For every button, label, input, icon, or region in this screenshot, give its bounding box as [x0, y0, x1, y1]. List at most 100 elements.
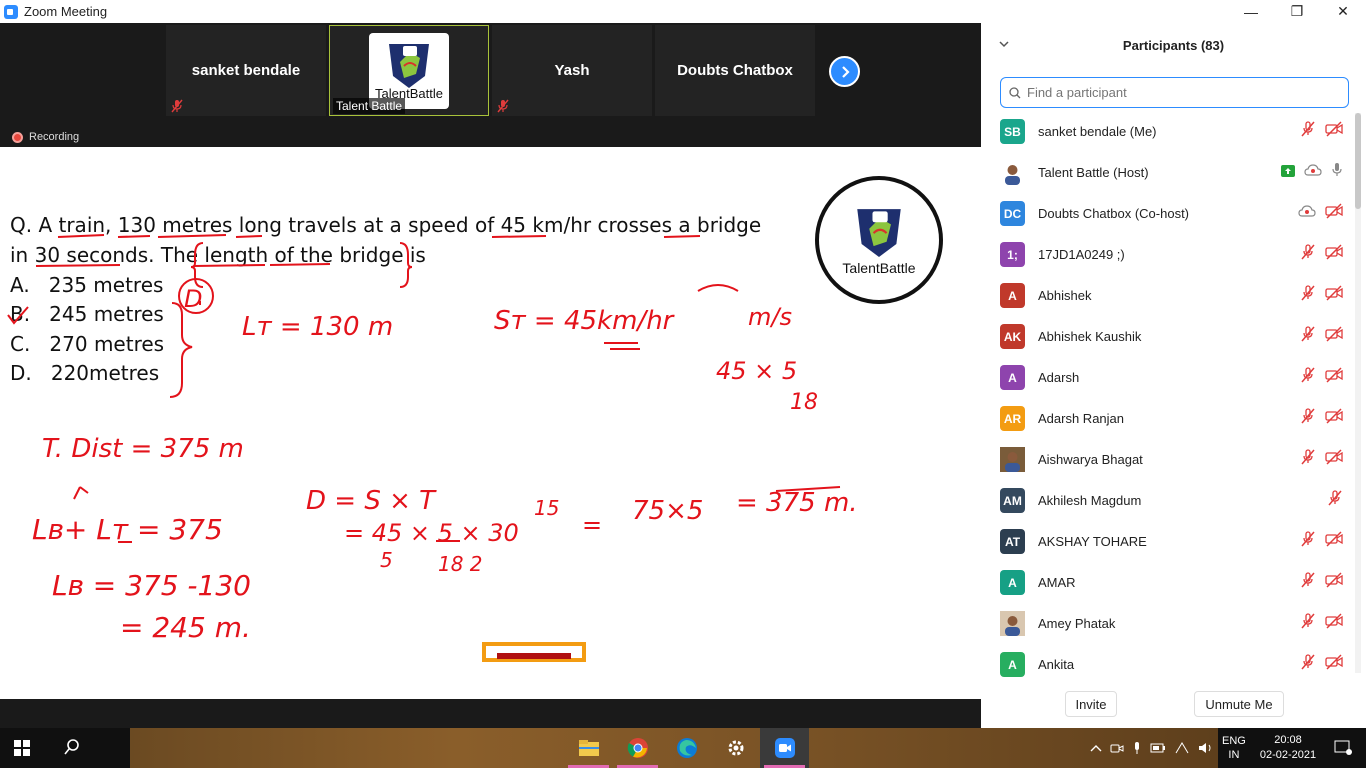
ink-d2n2: 18 2	[438, 552, 483, 576]
participant-name: Akhilesh Magdum	[1038, 493, 1142, 508]
participant-search[interactable]	[1000, 77, 1349, 108]
meet-now-icon[interactable]	[1110, 741, 1124, 755]
participant-row[interactable]: A Ankita	[981, 644, 1353, 681]
network-icon[interactable]	[1174, 741, 1190, 755]
participant-row[interactable]: AM Akhilesh Magdum	[981, 480, 1353, 521]
video-tile-doubts-chatbox[interactable]: Doubts Chatbox	[655, 25, 815, 116]
recording-label: Recording	[29, 131, 80, 143]
participant-row[interactable]: A Adarsh	[981, 357, 1353, 398]
video-off-icon	[1325, 121, 1343, 142]
participant-row[interactable]: AR Adarsh Ranjan	[981, 398, 1353, 439]
clock[interactable]: 20:08 02-02-2021	[1260, 733, 1316, 763]
avatar: DC	[1000, 201, 1025, 226]
chevron-right-icon	[841, 65, 850, 78]
participants-title: Participants (83)	[1122, 37, 1225, 53]
input-language[interactable]: ENG IN	[1222, 734, 1246, 762]
mic-off-icon	[1300, 449, 1316, 470]
ink-conversion-den: 18	[790, 390, 818, 415]
mic-off-icon	[1300, 244, 1316, 265]
participant-status-icons	[1281, 162, 1343, 183]
recording-indicator[interactable]: Recording	[12, 131, 79, 143]
participant-name: Adarsh	[1038, 370, 1080, 385]
talentbattle-shield-icon	[389, 44, 429, 88]
avatar: SB	[1000, 119, 1025, 144]
participant-status-icons	[1300, 408, 1343, 429]
participant-row[interactable]: DC Doubts Chatbox (Co-host)	[981, 193, 1353, 234]
video-tile-sanket[interactable]: sanket bendale	[166, 25, 326, 116]
cloud-record-icon	[1298, 204, 1316, 223]
ink-d2a: = 45 × 5 × 30	[344, 519, 519, 547]
video-off-icon	[1325, 203, 1343, 224]
participant-scrollbar[interactable]	[1355, 113, 1361, 673]
zoom-icon[interactable]	[760, 728, 809, 768]
video-off-icon	[1325, 531, 1343, 552]
unmute-me-button[interactable]: Unmute Me	[1194, 691, 1284, 717]
gallery-next-button[interactable]	[829, 56, 860, 87]
participant-status-icons	[1300, 654, 1343, 675]
participants-footer: Invite Unmute Me	[981, 685, 1366, 725]
title-bar: Zoom Meeting — ❐ ✕	[0, 0, 1366, 23]
search-input[interactable]	[1027, 85, 1327, 100]
video-off-icon	[1325, 654, 1343, 675]
participant-row[interactable]: Talent Battle (Host)	[981, 152, 1353, 193]
window-controls: — ❐ ✕	[1228, 0, 1366, 23]
participant-row[interactable]: A Abhishek	[981, 275, 1353, 316]
windows-taskbar: ENG IN 20:08 02-02-2021	[0, 728, 1366, 768]
participant-name: AMAR	[1038, 575, 1076, 590]
window-title: Zoom Meeting	[24, 4, 108, 19]
participant-row[interactable]: 1; 17JD1A0249 ;)	[981, 234, 1353, 275]
taskbar-search-icon[interactable]	[63, 738, 81, 761]
ink-ms: m/s	[748, 303, 792, 331]
search-icon	[1009, 86, 1021, 98]
participant-row[interactable]: Amey Phatak	[981, 603, 1353, 644]
participant-name: Abhishek	[1038, 288, 1092, 303]
restore-button[interactable]: ❐	[1274, 0, 1320, 23]
ink-answer-mark: D	[184, 285, 202, 313]
invite-button[interactable]: Invite	[1065, 691, 1117, 717]
mic-off-icon	[1300, 654, 1316, 675]
participant-name: Aishwarya Bhagat	[1038, 452, 1143, 467]
tile-name: Doubts Chatbox	[677, 62, 793, 79]
file-explorer-icon[interactable]	[564, 728, 613, 768]
edge-icon[interactable]	[662, 728, 711, 768]
video-tile-talentbattle[interactable]: TalentBattle Talent Battle	[329, 25, 489, 116]
participant-row[interactable]: AK Abhishek Kaushik	[981, 316, 1353, 357]
volume-icon[interactable]	[1198, 741, 1214, 755]
avatar: A	[1000, 652, 1025, 677]
video-off-icon	[1325, 572, 1343, 593]
taskbar-apps	[564, 728, 809, 768]
participant-row[interactable]: Aishwarya Bhagat	[981, 439, 1353, 480]
participant-status-icons	[1298, 203, 1343, 224]
participant-name: sanket bendale (Me)	[1038, 124, 1157, 139]
mic-icon	[1331, 162, 1343, 183]
battery-icon[interactable]	[1150, 742, 1166, 754]
windows-start-icon[interactable]	[14, 740, 30, 761]
microphone-icon[interactable]	[1132, 741, 1142, 755]
avatar: AR	[1000, 406, 1025, 431]
participant-status-icons	[1300, 367, 1343, 388]
mic-off-icon	[1300, 613, 1316, 634]
participant-row[interactable]: AT AKSHAY TOHARE	[981, 521, 1353, 562]
close-button[interactable]: ✕	[1320, 0, 1366, 23]
notification-icon[interactable]	[1334, 740, 1353, 756]
mic-off-icon	[1300, 326, 1316, 347]
mic-off-icon	[1300, 531, 1316, 552]
ink-lt: Lᴛ = 130 m	[242, 312, 393, 342]
participant-status-icons	[1300, 613, 1343, 634]
participant-name: Adarsh Ranjan	[1038, 411, 1124, 426]
shared-screen: Q. A train, 130 metres long travels at a…	[0, 147, 981, 699]
chrome-icon[interactable]	[613, 728, 662, 768]
ink-d2n1: 5	[380, 548, 393, 572]
participant-name: Abhishek Kaushik	[1038, 329, 1142, 344]
ink-d2d: 75×5	[632, 496, 703, 526]
mic-off-icon	[1300, 367, 1316, 388]
minimize-button[interactable]: —	[1228, 0, 1274, 23]
participant-name: Talent Battle (Host)	[1038, 165, 1149, 180]
meeting-stage: sanket bendale TalentBattle Talent Battl…	[0, 23, 981, 728]
avatar: AK	[1000, 324, 1025, 349]
participant-row[interactable]: A AMAR	[981, 562, 1353, 603]
video-tile-yash[interactable]: Yash	[492, 25, 652, 116]
chevron-up-icon[interactable]	[1090, 743, 1102, 753]
participant-row[interactable]: SB sanket bendale (Me)	[981, 111, 1353, 152]
settings-icon[interactable]	[711, 728, 760, 768]
